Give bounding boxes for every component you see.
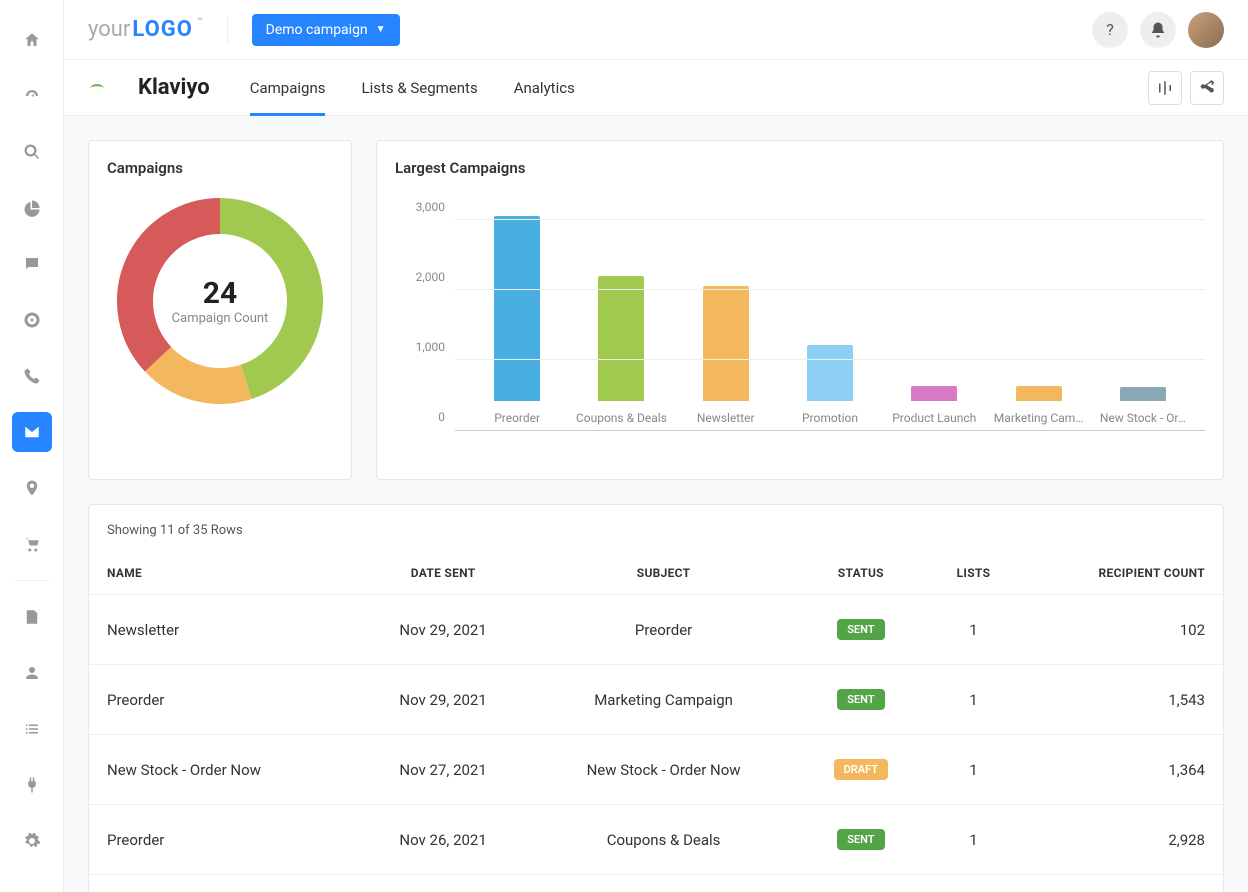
col-recipient-count[interactable]: RECIPIENT COUNT bbox=[1022, 552, 1223, 595]
tab-lists-segments[interactable]: Lists & Segments bbox=[361, 60, 477, 115]
donut-chart bbox=[110, 191, 330, 411]
bar-newsletter: Newsletter bbox=[674, 286, 778, 401]
report-icon[interactable] bbox=[12, 597, 52, 637]
col-status[interactable]: STATUS bbox=[797, 552, 924, 595]
campaigns-table: NAMEDATE SENTSUBJECTSTATUSLISTSRECIPIENT… bbox=[89, 552, 1223, 892]
table-row[interactable]: New Stock - Order NowNov 27, 2021New Sto… bbox=[89, 735, 1223, 805]
bar-product-launch: Product Launch bbox=[882, 386, 986, 401]
col-date-sent[interactable]: DATE SENT bbox=[356, 552, 530, 595]
avatar[interactable] bbox=[1188, 12, 1224, 48]
col-subject[interactable]: SUBJECT bbox=[530, 552, 797, 595]
mail-icon[interactable] bbox=[12, 412, 52, 452]
bar-preorder: Preorder bbox=[465, 216, 569, 402]
klaviyo-icon bbox=[88, 76, 106, 99]
table-row-count: Showing 11 of 35 Rows bbox=[89, 523, 1223, 552]
status-badge: SENT bbox=[837, 829, 884, 850]
pie-icon[interactable] bbox=[12, 188, 52, 228]
table-row[interactable]: PreorderNov 26, 2021Coupons & DealsSENT1… bbox=[89, 805, 1223, 875]
list-icon[interactable] bbox=[12, 709, 52, 749]
largest-campaigns-card: Largest Campaigns 01,0002,0003,000 Preor… bbox=[376, 140, 1224, 480]
settings-sliders-icon[interactable] bbox=[1148, 71, 1182, 105]
logo: your LOGO ™ bbox=[88, 17, 203, 42]
demo-campaign-dropdown[interactable]: Demo campaign ▼ bbox=[252, 14, 400, 46]
help-icon[interactable]: ? bbox=[1092, 12, 1128, 48]
gear-icon[interactable] bbox=[12, 821, 52, 861]
cart-icon[interactable] bbox=[12, 524, 52, 564]
bar-marketing-cam-: Marketing Cam… bbox=[986, 386, 1090, 401]
campaigns-donut-card: Campaigns 24 Campaign Count bbox=[88, 140, 352, 480]
col-name[interactable]: NAME bbox=[89, 552, 356, 595]
bell-icon[interactable] bbox=[1140, 12, 1176, 48]
topbar: your LOGO ™ Demo campaign ▼ ? bbox=[64, 0, 1248, 60]
chevron-down-icon: ▼ bbox=[376, 24, 386, 35]
bar-new-stock-or-: New Stock - Or… bbox=[1091, 387, 1195, 401]
status-badge: SENT bbox=[837, 619, 884, 640]
tab-analytics[interactable]: Analytics bbox=[514, 60, 575, 115]
plug-icon[interactable] bbox=[12, 765, 52, 805]
bar-coupons-deals: Coupons & Deals bbox=[569, 276, 673, 401]
campaigns-table-card: Showing 11 of 35 Rows NAMEDATE SENTSUBJE… bbox=[88, 504, 1224, 892]
pin-icon[interactable] bbox=[12, 468, 52, 508]
phone-icon[interactable] bbox=[12, 356, 52, 396]
table-row[interactable]: NewsletterNov 29, 2021PreorderSENT1102 bbox=[89, 595, 1223, 665]
tab-campaigns[interactable]: Campaigns bbox=[250, 60, 326, 115]
table-row[interactable]: PromotionNov 26, 2021NewsletterSENT12,53… bbox=[89, 875, 1223, 892]
status-badge: DRAFT bbox=[834, 759, 888, 780]
bar-promotion: Promotion bbox=[778, 345, 882, 401]
home-icon[interactable] bbox=[12, 20, 52, 60]
user-icon[interactable] bbox=[12, 653, 52, 693]
status-badge: SENT bbox=[837, 689, 884, 710]
page-title: Klaviyo bbox=[138, 75, 210, 100]
search-icon[interactable] bbox=[12, 132, 52, 172]
chat-icon[interactable] bbox=[12, 244, 52, 284]
share-icon[interactable] bbox=[1190, 71, 1224, 105]
subheader: Klaviyo Campaigns Lists & Segments Analyti… bbox=[64, 60, 1248, 116]
dashboard-icon[interactable] bbox=[12, 76, 52, 116]
col-lists[interactable]: LISTS bbox=[924, 552, 1022, 595]
target-icon[interactable] bbox=[12, 300, 52, 340]
sidebar bbox=[0, 0, 64, 892]
table-row[interactable]: PreorderNov 29, 2021Marketing CampaignSE… bbox=[89, 665, 1223, 735]
